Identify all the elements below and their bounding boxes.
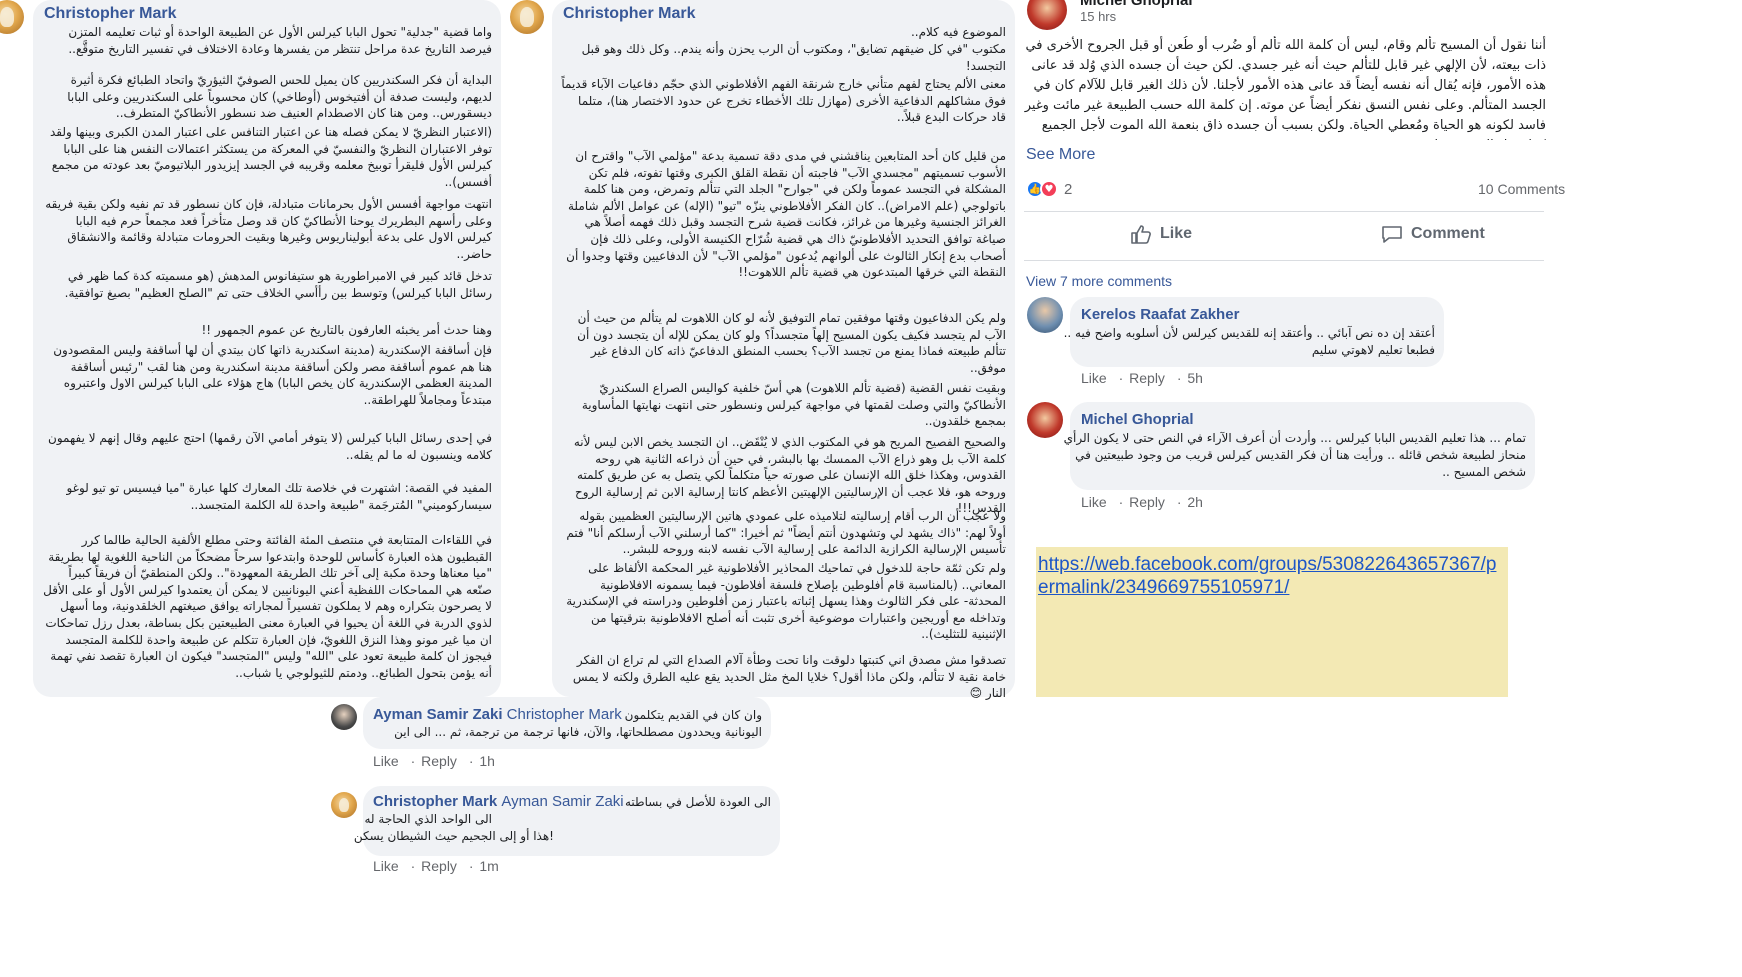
comment-icon: [1382, 226, 1402, 243]
post-paragraph: معنى الألم يحتاج لفهم متأني خارج شرنقة ا…: [561, 77, 1006, 125]
post-paragraph: من قليل كان أحد المتابعين يناقشني في مدى…: [566, 149, 1006, 280]
permalink-link[interactable]: https://web.facebook.com/groups/53082264…: [1036, 547, 1508, 605]
highlighted-link-box: https://web.facebook.com/groups/53082264…: [1036, 547, 1508, 697]
comment-author[interactable]: Christopher Mark: [563, 5, 695, 23]
post-paragraph: (الاعتبار النظريّ لا يمكن فصله هنا عن اع…: [49, 125, 492, 189]
comment-text: الى العودة للأصل في بساطته: [625, 795, 771, 809]
comment-author[interactable]: Kerelos Raafat Zakher: [1081, 306, 1239, 323]
comment-text: وان كان في القديم يتكلمون: [624, 708, 762, 722]
see-more-link[interactable]: See More: [1026, 146, 1095, 164]
comments-count[interactable]: 10 Comments: [1478, 181, 1565, 197]
comment-reply-link[interactable]: Reply: [1129, 370, 1165, 386]
reactions-count: 2: [1064, 180, 1073, 198]
comment-text: الى الواحد الذي الحاجة له: [364, 812, 492, 826]
comment-reply-link[interactable]: Reply: [1129, 494, 1165, 510]
separator-dot: ·: [468, 858, 474, 874]
comment-like-link[interactable]: Like: [373, 753, 399, 769]
post-paragraph: ولم يكن الدفاعيون وقتها موفقين تمام التو…: [577, 311, 1006, 375]
comment-actions: Like · Reply · 5h: [1081, 370, 1211, 386]
post-paragraph: فإن أساقفة الإسكندرية (مدينة اسكندرية ذا…: [53, 343, 492, 407]
avatar[interactable]: [331, 792, 357, 818]
post-paragraph: في إحدى رسائل البابا كيرلس (لا يتوفر أما…: [48, 431, 492, 462]
post-paragraph: المفيد في القصة: اشتهرت في خلاصة تلك الم…: [66, 481, 492, 512]
post-paragraph: ولم تكن ثمّة حاجة للدخول في تماحيك المحا…: [566, 561, 1006, 642]
post-timestamp[interactable]: 15 hrs: [1080, 9, 1116, 24]
post-paragraph: انتهت مواجهة أفسس الأول بحرمانات متبادلة…: [45, 197, 492, 261]
comment-like-link[interactable]: Like: [373, 858, 399, 874]
comment-text: فطبعا تعليم لاهوتي سليم: [1311, 343, 1435, 357]
separator-dot: ·: [1176, 494, 1182, 510]
love-reaction-icon: ♥: [1040, 180, 1058, 198]
comment-author-name[interactable]: Ayman Samir Zaki: [373, 706, 503, 723]
comment-like-link[interactable]: Like: [1081, 370, 1107, 386]
reactions-summary[interactable]: 👍 ♥ 2: [1026, 180, 1072, 198]
comment-like-link[interactable]: Like: [1081, 494, 1107, 510]
comment-actions: Like · Reply · 1h: [373, 753, 503, 769]
view-more-comments[interactable]: View 7 more comments: [1026, 273, 1172, 289]
post-paragraph: وهنا حدث أمر يخبئه العارفون بالتاريخ عن …: [201, 323, 492, 337]
post-paragraph: في اللقاءات المتتابعة في منتصف المئة الف…: [43, 533, 492, 680]
comment-author[interactable]: Michel Ghoprial: [1081, 411, 1194, 428]
comment-author[interactable]: Ayman Samir Zaki Christopher Mark: [373, 706, 622, 723]
post-body: أننا نقول أن المسيح تألم وقام، ليس أن كل…: [1024, 38, 1546, 140]
post-paragraph: ولا عجب أن الرب أقام إرساليته لتلاميذه ع…: [566, 509, 1006, 557]
comment-author[interactable]: Christopher Mark Ayman Samir Zaki: [373, 793, 624, 810]
separator-dot: ·: [410, 858, 416, 874]
comment-time[interactable]: 5h: [1187, 370, 1203, 386]
comment-time[interactable]: 1h: [479, 753, 495, 769]
comment-text: تمام ... هذا تعليم القديس البابا كيرلس .…: [1063, 431, 1526, 445]
post-paragraph: تدخل قائد كبير في الامبراطورية هو ستيفان…: [64, 269, 492, 300]
post-paragraph: البداية أن فكر السكندريين كان يميل للحس …: [67, 73, 492, 121]
separator-dot: ·: [468, 753, 474, 769]
avatar[interactable]: [1027, 297, 1063, 333]
separator-dot: ·: [1118, 494, 1124, 510]
comment-reply-link[interactable]: Reply: [421, 858, 457, 874]
comment-author-name[interactable]: Christopher Mark: [373, 793, 497, 810]
action-divider: [1024, 260, 1544, 261]
comment-text: !هذا أو إلى الجحيم حيث الشيطان يسكن: [353, 829, 554, 843]
mention-link[interactable]: Christopher Mark: [507, 706, 622, 723]
post-paragraph: وبقيت نفس القضية (قضية تألم اللاهوت) هي …: [581, 381, 1006, 429]
comment-bubble: [363, 697, 771, 749]
like-button[interactable]: Like: [1130, 224, 1192, 244]
comment-button[interactable]: Comment: [1381, 224, 1485, 244]
comment-text: اليونانية ويحددون مصطلحاتها، والآن، فانه…: [394, 725, 762, 739]
comment-label: Comment: [1411, 225, 1485, 242]
mention-link[interactable]: Ayman Samir Zaki: [501, 793, 623, 810]
avatar[interactable]: [1027, 402, 1063, 438]
comment-actions: Like · Reply · 2h: [1081, 494, 1211, 510]
comment-author[interactable]: Christopher Mark: [44, 5, 176, 23]
comment-reply-link[interactable]: Reply: [421, 753, 457, 769]
comment-text: منحاز لطبيعة شخص قائله .. ورأيت هنا أن ف…: [1075, 448, 1526, 462]
action-divider: [1024, 211, 1544, 212]
post-author[interactable]: Michel Ghoprial: [1080, 0, 1193, 9]
separator-dot: ·: [1176, 370, 1182, 386]
post-paragraph: والصحيح الفصيح المريح هو في المكتوب الذي…: [573, 435, 1006, 516]
separator-dot: ·: [410, 753, 416, 769]
post-paragraph: تصدقوا مش مصدق اني كتبتها دلوقت وانا تحت…: [572, 653, 1006, 701]
like-label: Like: [1160, 225, 1193, 242]
avatar[interactable]: [510, 0, 544, 34]
comment-time[interactable]: 1m: [479, 858, 498, 874]
comment-actions: Like · Reply · 1m: [373, 858, 507, 874]
comment-text: أعتقد إن ده نص آبائي .. وأعتقد إنه للقدي…: [1063, 326, 1435, 340]
post-paragraph: مكتوب "في كل ضيقهم تضايق"، ومكتوب أن الر…: [581, 42, 1006, 73]
avatar[interactable]: [331, 704, 357, 730]
avatar[interactable]: [1027, 0, 1067, 30]
comment-text: شخص المسيح ..: [1442, 465, 1526, 479]
thumbs-up-icon: [1131, 225, 1151, 244]
post-paragraph: واما قضية "جدلية" تحول البابا كيرلس الأو…: [68, 25, 492, 56]
comment-time[interactable]: 2h: [1187, 494, 1203, 510]
avatar[interactable]: [0, 0, 24, 34]
separator-dot: ·: [1118, 370, 1124, 386]
post-paragraph: الموضوع فيه كلام..: [910, 25, 1006, 39]
